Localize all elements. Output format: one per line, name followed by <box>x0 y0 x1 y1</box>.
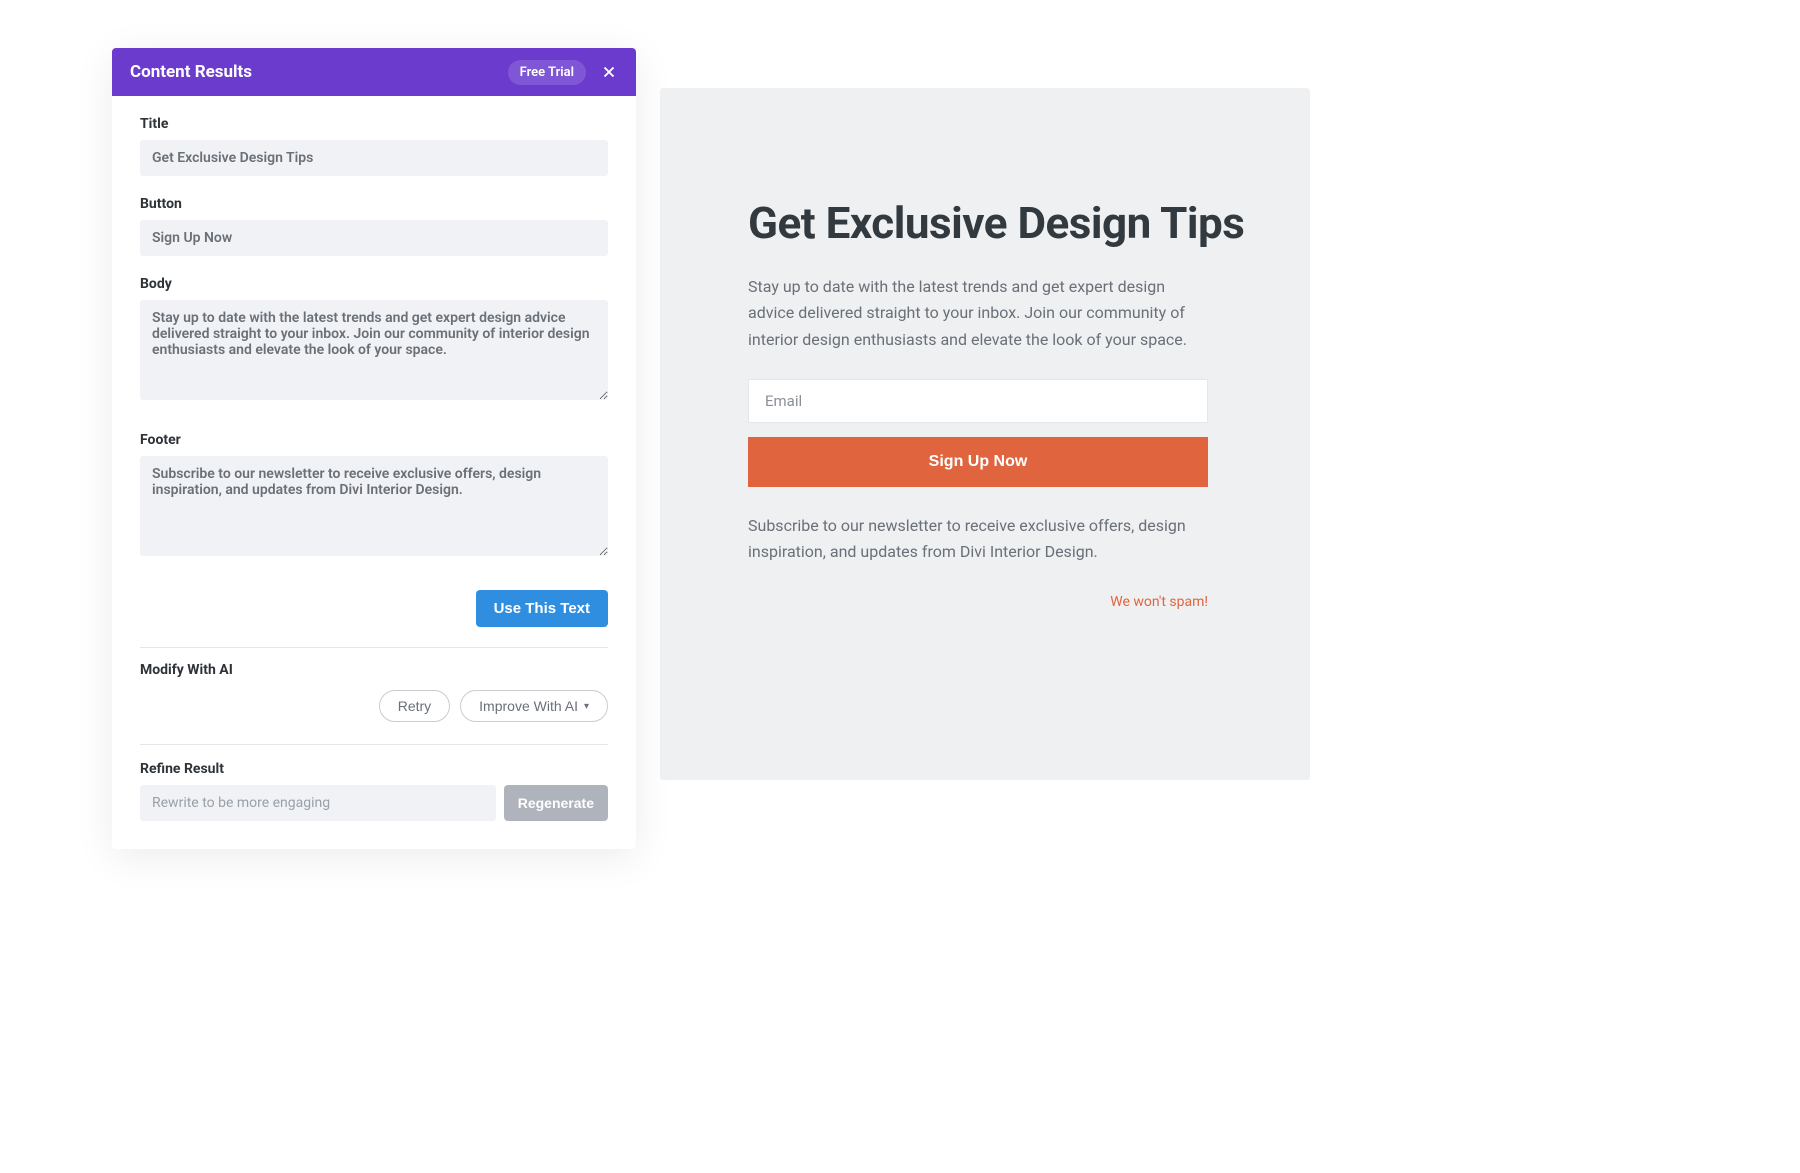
body-field[interactable] <box>140 300 608 400</box>
title-label: Title <box>140 116 608 132</box>
spam-note: We won't spam! <box>748 594 1208 610</box>
footer-label: Footer <box>140 432 608 448</box>
panel-title: Content Results <box>130 62 252 82</box>
use-this-text-button[interactable]: Use This Text <box>476 590 608 627</box>
panel-body: Title Button Body Footer Use This Text M… <box>112 96 636 849</box>
preview-footer: Subscribe to our newsletter to receive e… <box>748 513 1188 564</box>
chevron-down-icon: ▾ <box>584 701 589 712</box>
preview-pane: Get Exclusive Design Tips Stay up to dat… <box>660 88 1310 780</box>
email-field[interactable] <box>748 379 1208 423</box>
button-label: Button <box>140 196 608 212</box>
signup-button[interactable]: Sign Up Now <box>748 437 1208 487</box>
modify-actions: Retry Improve With AI ▾ <box>140 690 608 745</box>
preview-title: Get Exclusive Design Tips <box>748 198 1252 250</box>
button-field[interactable] <box>140 220 608 256</box>
refine-row: Regenerate <box>140 785 608 821</box>
panel-header: Content Results Free Trial <box>112 48 636 96</box>
modify-label: Modify With AI <box>140 662 608 678</box>
regenerate-button[interactable]: Regenerate <box>504 785 608 821</box>
footer-field[interactable] <box>140 456 608 556</box>
body-label: Body <box>140 276 608 292</box>
use-text-row: Use This Text <box>140 590 608 648</box>
improve-with-ai-button[interactable]: Improve With AI ▾ <box>460 690 608 722</box>
content-results-panel: Content Results Free Trial Title Button … <box>112 48 636 849</box>
title-field[interactable] <box>140 140 608 176</box>
preview-body: Stay up to date with the latest trends a… <box>748 274 1208 353</box>
refine-input[interactable] <box>140 785 496 821</box>
refine-label: Refine Result <box>140 761 608 777</box>
close-icon[interactable] <box>600 63 618 81</box>
improve-label: Improve With AI <box>479 698 578 714</box>
panel-header-actions: Free Trial <box>508 60 618 85</box>
free-trial-button[interactable]: Free Trial <box>508 60 586 85</box>
retry-button[interactable]: Retry <box>379 690 450 722</box>
